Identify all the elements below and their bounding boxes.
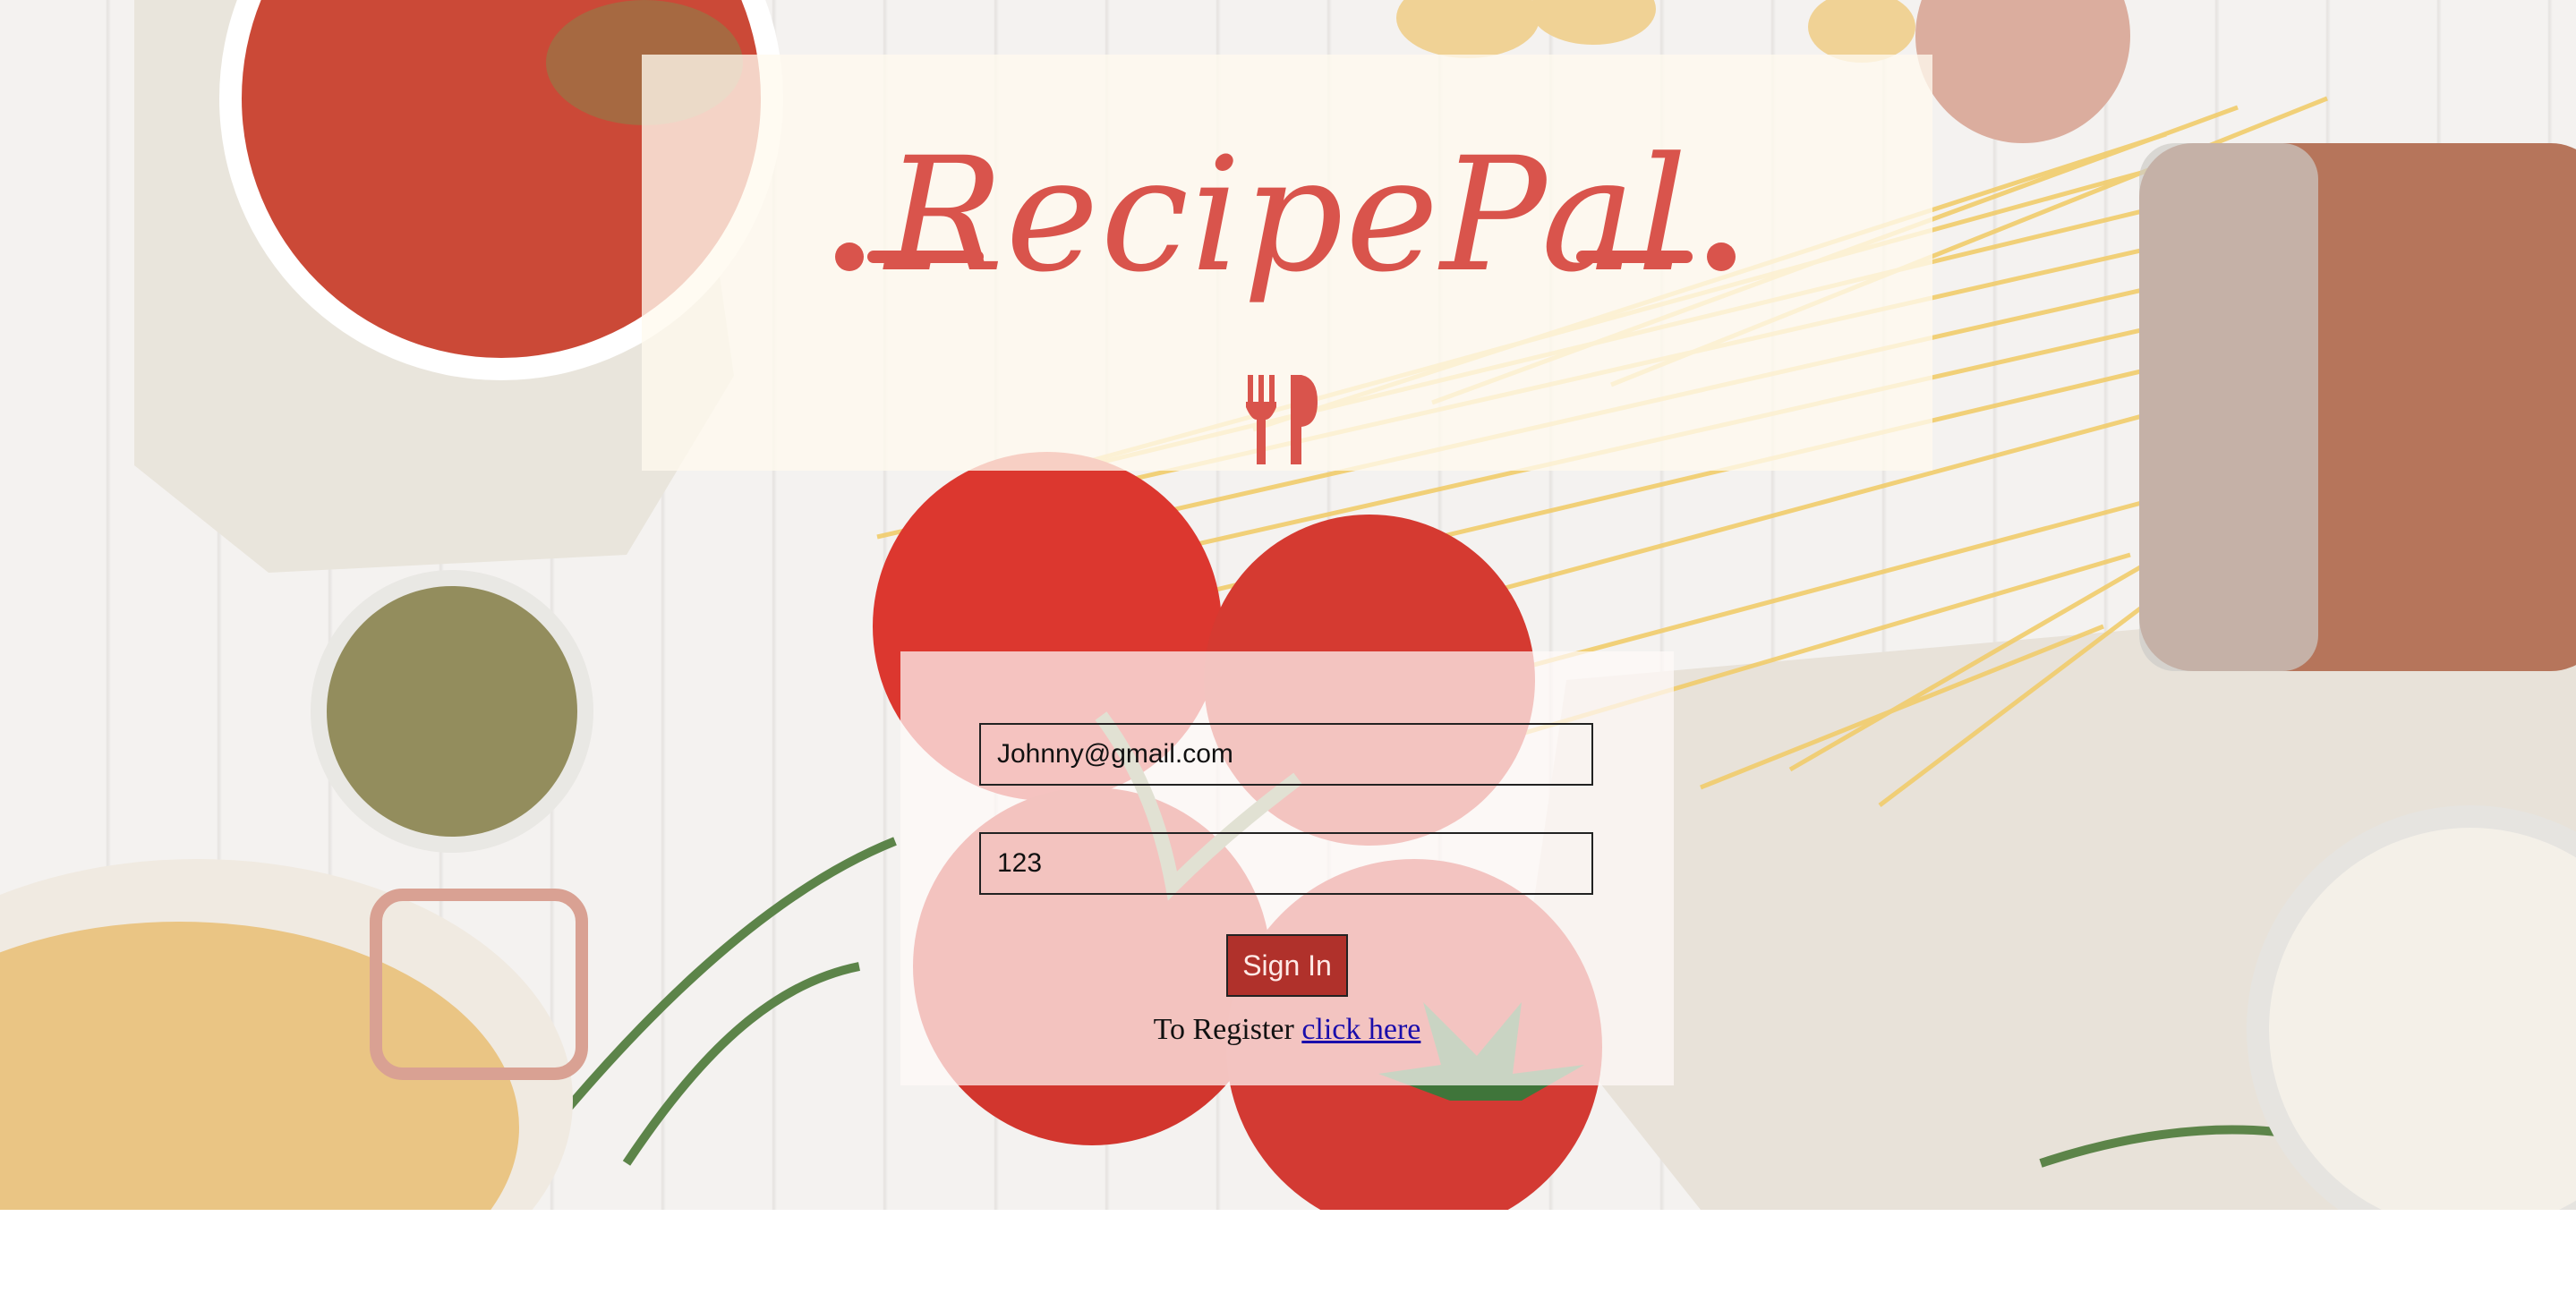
register-prompt-text: To Register [1153, 1013, 1294, 1046]
email-field[interactable] [979, 723, 1593, 786]
app-title: RecipePal [884, 123, 1690, 307]
sign-in-panel: Sign In To Register click here [900, 651, 1674, 1085]
register-link[interactable]: click here [1301, 1013, 1420, 1046]
logo-panel: RecipePal [642, 55, 1932, 471]
fork-and-knife-icon [1246, 375, 1318, 464]
password-field[interactable] [979, 832, 1593, 895]
sign-in-button[interactable]: Sign In [1226, 934, 1348, 997]
logo-right-rule [1576, 251, 1693, 263]
page-footer-area [0, 1210, 2576, 1310]
register-prompt-line: To Register click here [900, 1013, 1674, 1047]
logo-right-dot [1707, 242, 1736, 271]
